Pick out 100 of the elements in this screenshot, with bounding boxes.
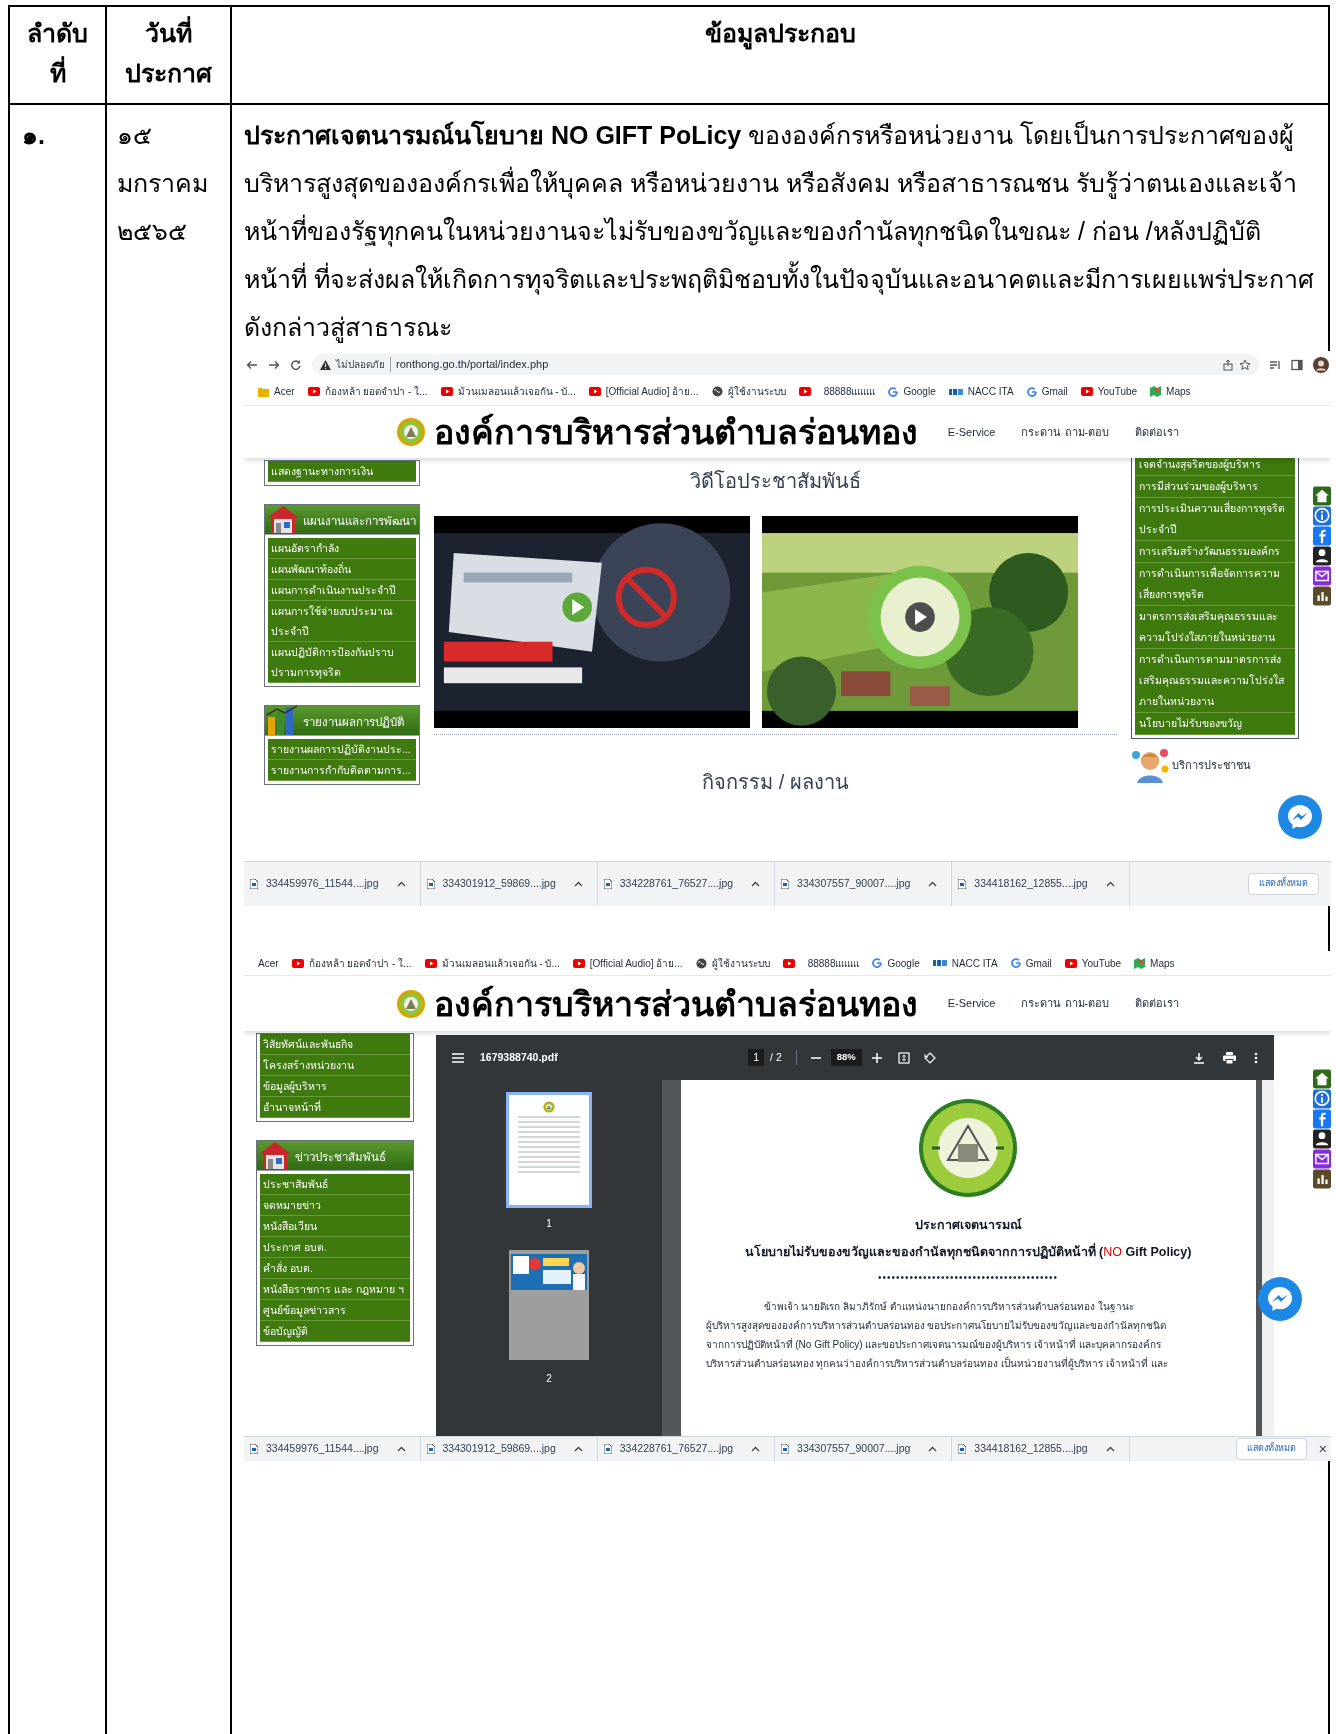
bookmark[interactable]: 88888แแแแ bbox=[823, 384, 876, 399]
plus-icon[interactable] bbox=[871, 1052, 882, 1063]
menu-item[interactable]: ข้อมูลผู้บริหาร bbox=[260, 1076, 410, 1097]
menu-item[interactable]: แผนอัตรากำลัง bbox=[268, 538, 416, 559]
download-item[interactable]: 334307557_90007....jpg bbox=[775, 1437, 953, 1461]
bookmark[interactable]: ผู้ใช้งานระบบ bbox=[695, 955, 770, 971]
person-icon[interactable] bbox=[1313, 546, 1331, 566]
download-item[interactable]: 334459976_11544....jpg bbox=[244, 862, 421, 906]
page-number-field[interactable]: 1 bbox=[748, 1048, 765, 1067]
menu-item[interactable]: วิสัยทัศน์และพันธกิจ bbox=[260, 1034, 410, 1055]
menu-item[interactable]: แสดงฐานะทางการเงิน bbox=[268, 461, 416, 482]
page-thumbnail[interactable] bbox=[506, 1247, 592, 1363]
stats-icon[interactable] bbox=[1313, 586, 1331, 606]
menu-item[interactable]: นโยบายไม่รับของขวัญ bbox=[1135, 713, 1295, 735]
download-item[interactable]: 334307557_90007....jpg bbox=[775, 862, 953, 906]
download-item[interactable]: 334228761_76527....jpg bbox=[597, 1437, 776, 1461]
zoom-field[interactable]: 88% bbox=[830, 1049, 862, 1066]
close-button[interactable]: × bbox=[1318, 1442, 1327, 1456]
bookmark[interactable]: Google bbox=[872, 955, 920, 971]
download-item[interactable]: 334459976_11544....jpg bbox=[244, 1437, 421, 1461]
menu-item[interactable]: การดำเนินการเพื่อจัดการความเสี่ยงการทุจริต bbox=[1135, 563, 1295, 606]
menu-item[interactable]: การมีส่วนร่วมของผู้บริหาร bbox=[1135, 476, 1295, 498]
facebook-icon[interactable] bbox=[1313, 1109, 1331, 1129]
nav-link[interactable]: E-Service bbox=[947, 423, 996, 441]
menu-item[interactable]: รายงานผลการปฏิบัติงานประ... bbox=[268, 739, 416, 760]
bookmark[interactable]: YouTube bbox=[1080, 384, 1138, 399]
menu-item[interactable]: หนังสือเวียน bbox=[260, 1216, 410, 1237]
menu-icon[interactable] bbox=[452, 1052, 464, 1063]
side-panel-icon[interactable] bbox=[1291, 358, 1303, 371]
bookmark[interactable]: [Official Audio] อ้าย... bbox=[588, 384, 699, 399]
bookmark[interactable]: Gmail bbox=[1026, 384, 1068, 399]
menu-item[interactable]: ประกาศ อบต. bbox=[260, 1237, 410, 1258]
mail-icon[interactable] bbox=[1313, 1149, 1331, 1169]
menu-item[interactable]: หนังสือราชการ และ กฎหมาย ฯ bbox=[260, 1279, 410, 1300]
menu-item[interactable]: การประเมินความเสี่ยงการทุจริตประจำปี bbox=[1135, 498, 1295, 541]
menu-item[interactable]: จดหมายข่าว bbox=[260, 1195, 410, 1216]
bookmark[interactable]: NACC ITA bbox=[948, 384, 1014, 399]
bookmark[interactable]: Acer bbox=[258, 384, 295, 399]
nav-link[interactable]: E-Service bbox=[947, 995, 996, 1012]
bookmark[interactable]: YouTube bbox=[1064, 955, 1122, 971]
home-icon[interactable] bbox=[1313, 1069, 1331, 1089]
bookmark[interactable]: Maps bbox=[1134, 955, 1175, 971]
person-icon[interactable] bbox=[1313, 1129, 1331, 1149]
show-all-button[interactable]: แสดงทั้งหมด bbox=[1235, 1438, 1307, 1460]
show-all-button[interactable]: แสดงทั้งหมด bbox=[1248, 873, 1319, 895]
menu-item[interactable]: รายงานการกำกับติดตามการ... bbox=[268, 760, 416, 781]
address-bar[interactable]: ไม่ปลอดภัย ronthong.go.th/portal/index.php bbox=[312, 354, 1259, 375]
menu-item[interactable]: แผนพัฒนาท้องถิ่น bbox=[268, 559, 416, 580]
bookmark[interactable]: ม้วนเมลอนแล้วเจอกัน - บั... bbox=[440, 384, 576, 399]
star-icon[interactable] bbox=[1239, 358, 1251, 371]
print-icon[interactable] bbox=[1223, 1051, 1236, 1064]
menu-item[interactable]: คำสั่ง อบต. bbox=[260, 1258, 410, 1279]
bookmark[interactable]: ม้วนเมลอนแล้วเจอกัน - บั... bbox=[424, 955, 560, 971]
download-item[interactable]: 334418162_12855....jpg bbox=[952, 1437, 1130, 1461]
menu-item[interactable]: มาตรการส่งเสริมคุณธรรมและความโปร่งใสภายในหน่วยงาน bbox=[1135, 606, 1295, 649]
back-icon[interactable] bbox=[246, 358, 258, 371]
download-item[interactable]: 334228761_76527....jpg bbox=[597, 862, 776, 906]
mail-icon[interactable] bbox=[1313, 566, 1331, 586]
scrollbar[interactable] bbox=[1262, 1080, 1274, 1436]
menu-item[interactable]: โครงสร้างหน่วยงาน bbox=[260, 1055, 410, 1076]
download-item[interactable]: 334301912_59869....jpg bbox=[420, 1437, 598, 1461]
service-link[interactable]: บริการประชาชน bbox=[1131, 747, 1299, 783]
nav-link[interactable]: กระดาน ถาม-ตอบ bbox=[1021, 423, 1110, 441]
forward-icon[interactable] bbox=[268, 358, 280, 371]
reading-list-icon[interactable] bbox=[1269, 358, 1281, 371]
menu-item[interactable]: ศูนย์ข้อมูลข่าวสาร bbox=[260, 1300, 410, 1321]
nav-link[interactable]: ติดต่อเรา bbox=[1135, 995, 1180, 1012]
bookmark[interactable]: ผู้ใช้งานระบบ bbox=[711, 384, 786, 399]
bookmark[interactable]: Gmail bbox=[1010, 955, 1052, 971]
menu-item[interactable]: อำนาจหน้าที่ bbox=[260, 1097, 410, 1118]
rotate-icon[interactable] bbox=[923, 1051, 936, 1064]
menu-item[interactable]: ประชาสัมพันธ์ bbox=[260, 1174, 410, 1195]
download-item[interactable]: 334418162_12855....jpg bbox=[952, 862, 1130, 906]
bookmark[interactable]: ก้องหล้า ยอดจำปา - ใ... bbox=[291, 955, 412, 971]
bookmark[interactable]: Maps bbox=[1150, 384, 1191, 399]
bookmark[interactable]: NACC ITA bbox=[932, 955, 998, 971]
download-icon[interactable] bbox=[1193, 1051, 1205, 1064]
avatar-icon[interactable] bbox=[1313, 356, 1329, 373]
stats-icon[interactable] bbox=[1313, 1169, 1331, 1189]
menu-item[interactable]: แผนการดำเนินงานประจำปี bbox=[268, 580, 416, 601]
messenger-icon[interactable] bbox=[1277, 794, 1323, 840]
menu-item[interactable]: ข้อบัญญัติ bbox=[260, 1321, 410, 1342]
menu-item[interactable]: แผนการใช้จ่ายงบประมาณประจำปี bbox=[268, 601, 416, 642]
menu-item[interactable]: เจตจำนงสุจริตของผู้บริหาร bbox=[1135, 458, 1295, 476]
share-icon[interactable] bbox=[1222, 358, 1234, 371]
bookmark[interactable]: 88888แแแแ bbox=[807, 955, 860, 971]
nav-link[interactable]: กระดาน ถาม-ตอบ bbox=[1021, 995, 1110, 1012]
nav-link[interactable]: ติดต่อเรา bbox=[1135, 423, 1180, 441]
download-item[interactable]: 334301912_59869....jpg bbox=[420, 862, 598, 906]
facebook-icon[interactable] bbox=[1313, 526, 1331, 546]
reload-icon[interactable] bbox=[290, 358, 302, 371]
more-icon[interactable] bbox=[1254, 1051, 1258, 1064]
menu-item[interactable]: การเสริมสร้างวัฒนธรรมองค์กร bbox=[1135, 541, 1295, 563]
menu-item[interactable]: การดำเนินการตามมาตรการส่งเสริมคุณธรรมและความโปร่งใสภายในหน่วยงาน bbox=[1135, 649, 1295, 713]
bookmark[interactable]: [Official Audio] อ้าย... bbox=[572, 955, 683, 971]
bookmark[interactable]: Google bbox=[888, 384, 936, 399]
bookmark[interactable] bbox=[782, 958, 795, 968]
info-icon[interactable] bbox=[1313, 1089, 1331, 1109]
menu-item[interactable]: แผนปฏิบัติการป้องกันปราบปรามการทุจริต bbox=[268, 642, 416, 683]
bookmark[interactable] bbox=[798, 387, 811, 396]
